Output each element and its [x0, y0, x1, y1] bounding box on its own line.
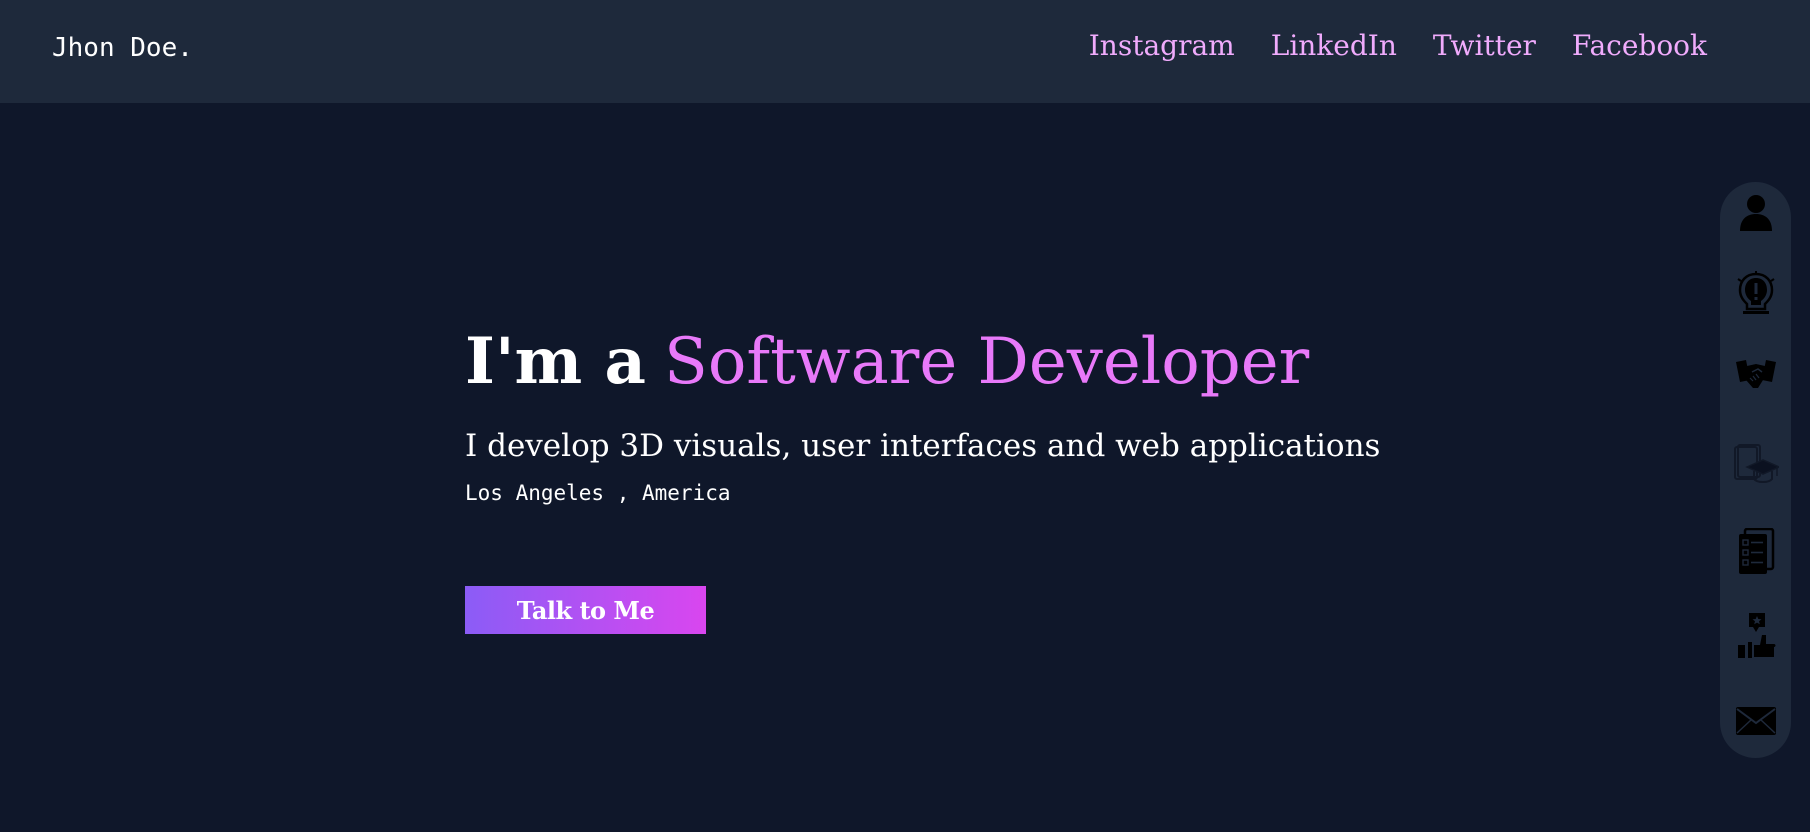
brand-logo[interactable]: Jhon Doe. — [52, 28, 193, 68]
dock-item-education[interactable] — [1733, 442, 1779, 488]
dock-item-skills[interactable] — [1733, 271, 1779, 317]
dock-item-testimonials[interactable] — [1733, 613, 1779, 659]
social-nav: Instagram LinkedIn Twitter Facebook — [1089, 24, 1707, 68]
nav-link-twitter[interactable]: Twitter — [1433, 24, 1536, 68]
headline-lead: I'm a — [465, 324, 646, 399]
dock-item-resume[interactable] — [1733, 528, 1779, 575]
checklist-icon — [1739, 528, 1775, 574]
talk-to-me-button[interactable]: Talk to Me — [465, 586, 706, 634]
handshake-icon — [1736, 360, 1776, 388]
hero-tagline: I develop 3D visuals, user interfaces an… — [465, 428, 1381, 464]
dock-item-services[interactable] — [1733, 352, 1779, 398]
hero-location: Los Angeles , America — [465, 481, 731, 505]
idea-icon — [1737, 271, 1775, 314]
mail-icon — [1736, 707, 1776, 735]
nav-link-instagram[interactable]: Instagram — [1089, 24, 1235, 68]
headline-role: Software Developer — [664, 325, 1310, 399]
review-icon — [1738, 613, 1776, 658]
nav-link-linkedin[interactable]: LinkedIn — [1271, 24, 1397, 68]
hero-section: I'm a Software Developer I develop 3D vis… — [465, 322, 1380, 508]
hero-headline: I'm a Software Developer — [465, 322, 1380, 402]
top-navbar: Jhon Doe. Instagram LinkedIn Twitter Fac… — [0, 0, 1810, 103]
education-icon — [1734, 444, 1779, 483]
nav-link-facebook[interactable]: Facebook — [1572, 24, 1707, 68]
dock-item-contact[interactable] — [1733, 698, 1779, 744]
user-icon — [1740, 195, 1772, 231]
side-dock — [1720, 182, 1791, 758]
dock-item-about[interactable] — [1733, 190, 1779, 236]
